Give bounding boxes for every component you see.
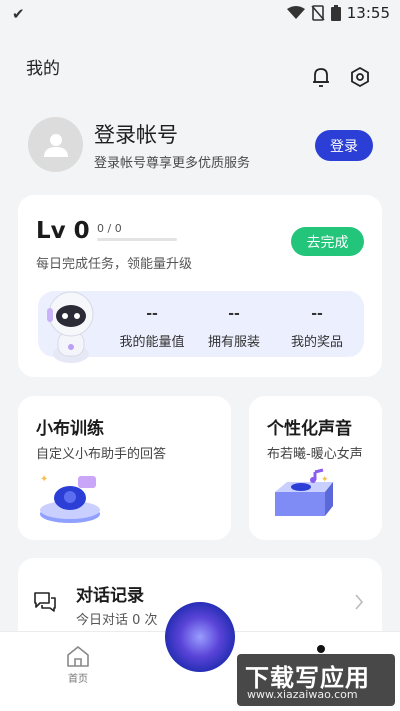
training-card[interactable]: 小布训练 自定义小布助手的回答 ✦ xyxy=(18,396,231,540)
voice-title: 个性化声音 xyxy=(267,419,352,439)
wifi-icon xyxy=(286,6,305,19)
user-icon xyxy=(43,133,68,157)
avatar[interactable] xyxy=(28,117,83,172)
nav-me-icon[interactable] xyxy=(317,645,325,653)
level-label: Lv 0 xyxy=(36,218,90,244)
status-bar: ✔ 13:55 xyxy=(0,0,400,28)
home-icon[interactable] xyxy=(66,645,90,667)
nav-home-label[interactable]: 首页 xyxy=(68,670,88,685)
bell-icon[interactable] xyxy=(308,64,334,90)
battery-icon xyxy=(330,5,341,21)
voice-card[interactable]: 个性化声音 布若曦-暖心女声 ✦ xyxy=(249,396,382,540)
download-check-icon: ✔ xyxy=(12,5,25,23)
watermark-logo: 下载写应用 www.xiazaiwao.com xyxy=(237,654,395,706)
robot-mascot-icon xyxy=(47,291,94,363)
energy-value[interactable]: -- xyxy=(112,306,192,322)
chat-icon xyxy=(34,592,56,612)
status-time: 13:55 xyxy=(346,4,390,22)
voice-subtitle: 布若曦-暖心女声 xyxy=(267,447,363,462)
record-player-icon: ✦ xyxy=(275,468,333,516)
prizes-value[interactable]: -- xyxy=(277,306,357,322)
login-subtitle: 登录帐号尊享更多优质服务 xyxy=(94,156,251,171)
assistant-orb-button[interactable] xyxy=(165,602,235,672)
no-sim-icon xyxy=(311,5,325,21)
level-progress-text: 0 / 0 xyxy=(97,222,122,235)
status-icons: 13:55 xyxy=(286,4,390,22)
svg-text:✦: ✦ xyxy=(321,475,329,485)
page-title: 我的 xyxy=(26,59,60,79)
level-subtitle: 每日完成任务，领能量升级 xyxy=(36,257,193,272)
login-title[interactable]: 登录帐号 xyxy=(94,119,178,149)
settings-icon[interactable] xyxy=(347,64,373,90)
history-title: 对话记录 xyxy=(76,586,144,606)
training-whistle-icon: ✦ xyxy=(40,474,100,523)
training-title: 小布训练 xyxy=(36,419,104,439)
svg-text:✦: ✦ xyxy=(40,474,48,485)
costumes-label[interactable]: 拥有服装 xyxy=(194,331,274,350)
history-subtitle: 今日对话 0 次 xyxy=(76,613,158,628)
login-button[interactable]: 登录 xyxy=(315,130,373,161)
complete-tasks-button[interactable]: 去完成 xyxy=(291,227,364,256)
watermark-url: www.xiazaiwao.com xyxy=(247,688,358,701)
energy-label[interactable]: 我的能量值 xyxy=(112,331,192,350)
costumes-value[interactable]: -- xyxy=(194,306,274,322)
training-subtitle: 自定义小布助手的回答 xyxy=(36,447,167,462)
level-progress-bar xyxy=(97,238,177,241)
prizes-label[interactable]: 我的奖品 xyxy=(277,331,357,350)
chevron-right-icon[interactable] xyxy=(354,594,364,610)
